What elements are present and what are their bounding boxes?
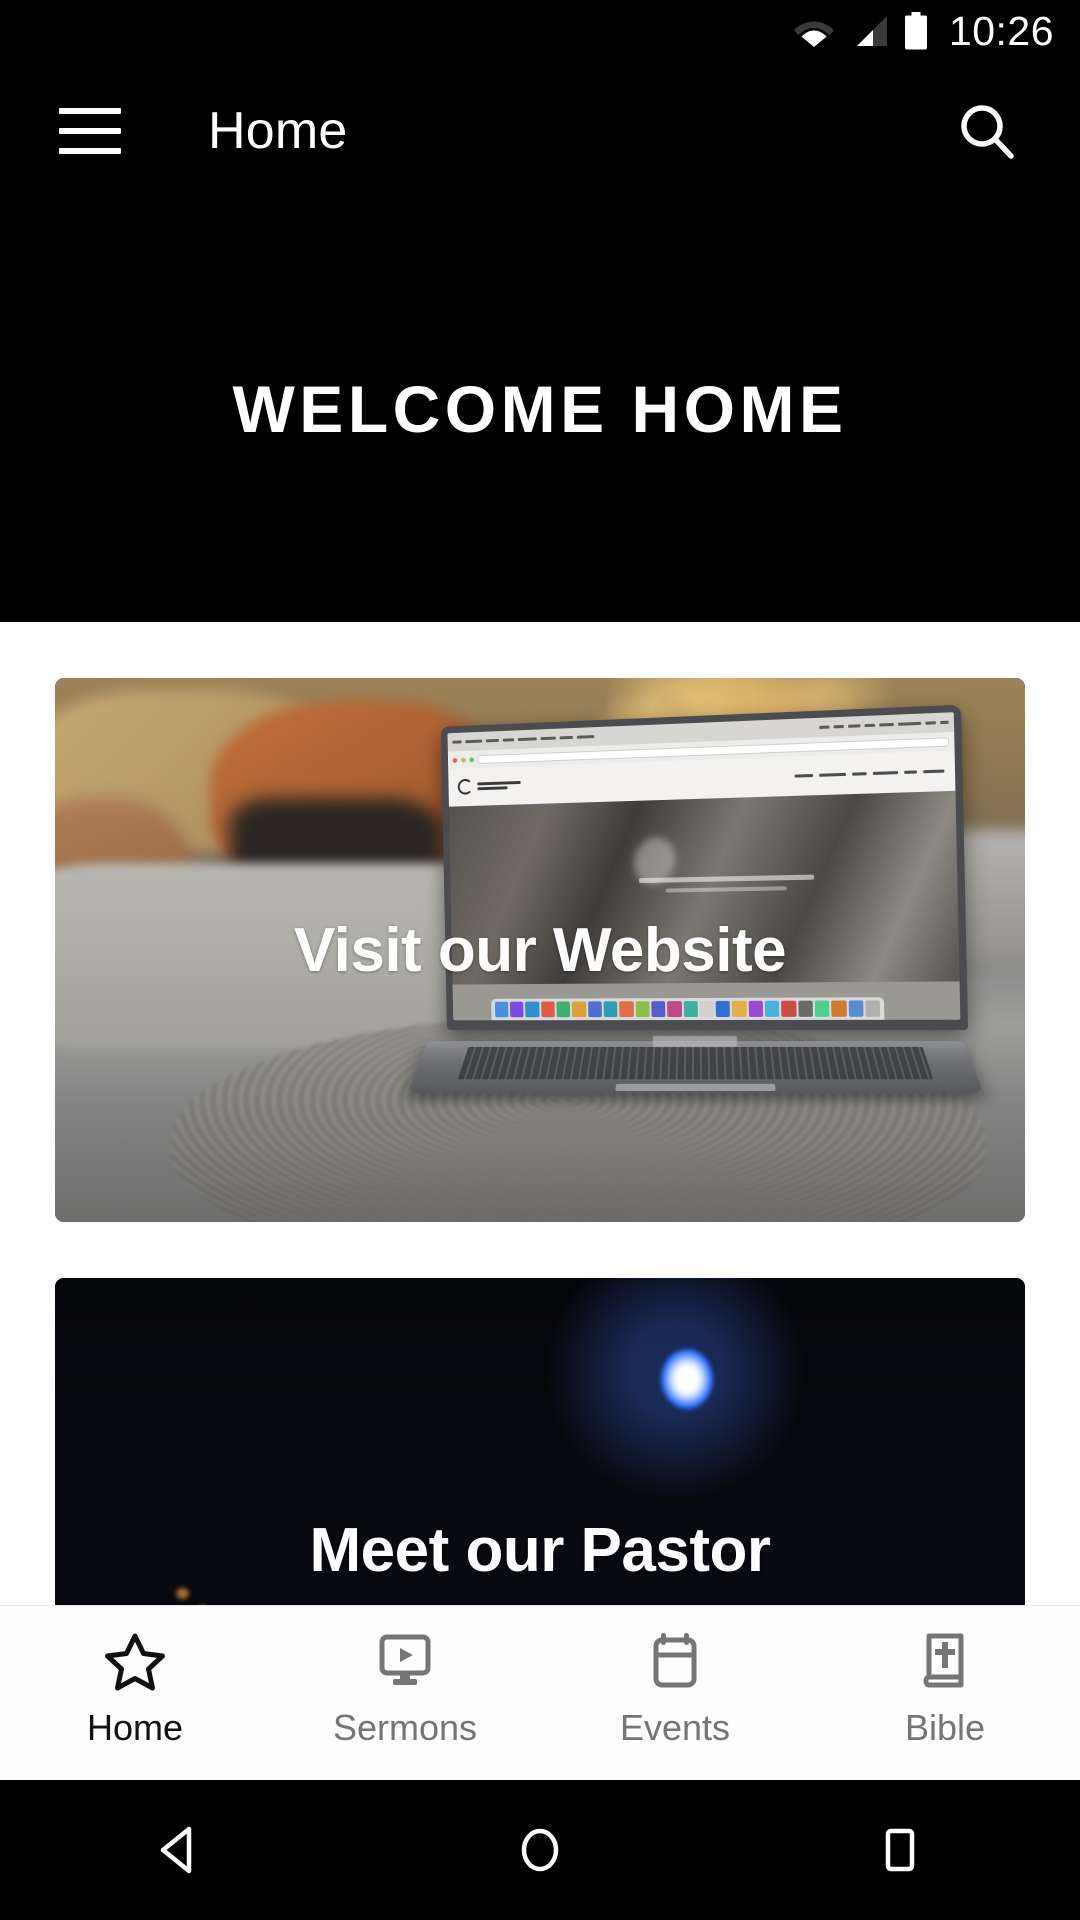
book-with-cross-icon [914, 1631, 976, 1696]
search-icon[interactable] [942, 86, 1032, 176]
video-monitor-icon [374, 1631, 436, 1696]
nav-item-sermons[interactable]: Sermons [270, 1606, 540, 1780]
star-icon [104, 1631, 166, 1696]
wifi-icon [793, 14, 835, 53]
calendar-icon [644, 1631, 706, 1696]
nav-label-home: Home [86, 1706, 184, 1748]
card-meet-our-pastor[interactable]: Meet our Pastor [55, 1278, 1025, 1605]
menu-bar-1 [59, 108, 121, 114]
hamburger-menu-icon[interactable] [38, 79, 142, 183]
hero-banner: WELCOME HOME [0, 196, 1080, 622]
menu-bar-3 [59, 148, 121, 154]
recents-square-icon[interactable] [830, 1780, 970, 1920]
status-bar-time: 10:26 [948, 8, 1054, 54]
content-scroll-area[interactable]: Visit our Website Meet our Pastor [0, 622, 1080, 1605]
nav-item-events[interactable]: Events [540, 1606, 810, 1780]
battery-full-icon [903, 11, 929, 55]
app-bar-title: Home [208, 102, 348, 160]
bottom-navigation-bar: Home Sermons Events Bible [0, 1605, 1080, 1780]
nav-item-home[interactable]: Home [0, 1606, 270, 1780]
app-screen: 10:26 Home WELCOME HOME Visit our Websit… [0, 0, 1080, 1920]
card-overlay: Visit our Website [55, 678, 1025, 1222]
card-visit-our-website[interactable]: Visit our Website [55, 678, 1025, 1222]
back-triangle-icon[interactable] [110, 1780, 250, 1920]
menu-bar-2 [59, 128, 121, 134]
app-bar: Home [0, 66, 1080, 196]
cellular-signal-icon [849, 14, 889, 53]
nav-label-bible: Bible [904, 1706, 986, 1748]
hero-title: WELCOME HOME [232, 372, 848, 446]
card-title: Visit our Website [293, 915, 787, 985]
nav-item-bible[interactable]: Bible [810, 1606, 1080, 1780]
android-system-navigation [0, 1780, 1080, 1920]
nav-label-sermons: Sermons [332, 1706, 478, 1748]
nav-label-events: Events [619, 1706, 731, 1748]
status-bar: 10:26 [0, 0, 1080, 66]
card-title: Meet our Pastor [309, 1515, 771, 1585]
card-overlay: Meet our Pastor [55, 1278, 1025, 1605]
home-circle-icon[interactable] [470, 1780, 610, 1920]
